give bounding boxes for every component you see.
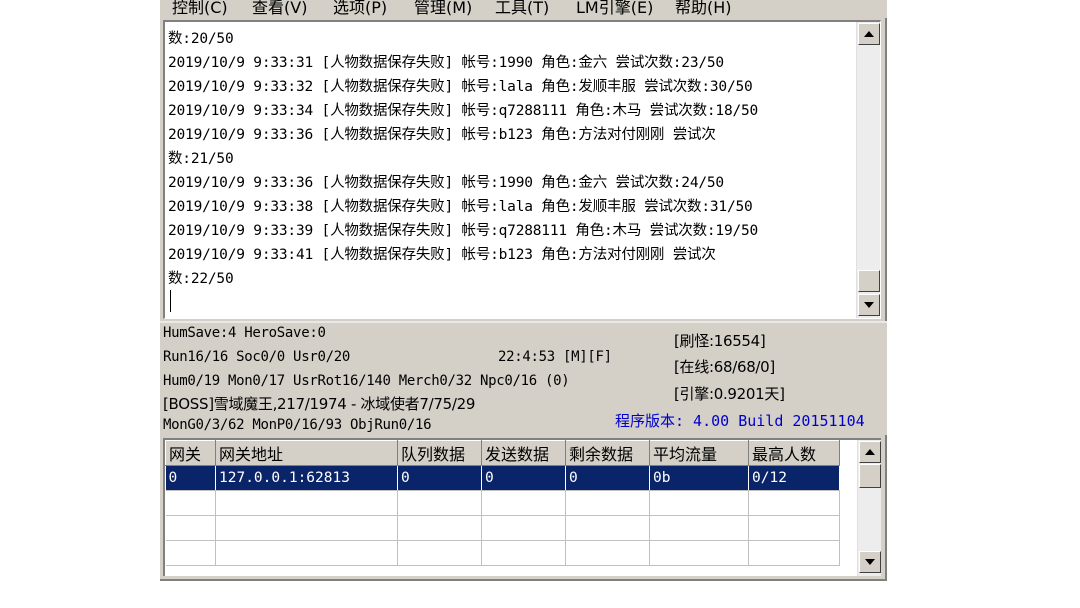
column-header-avg-traffic[interactable]: 平均流量: [649, 440, 749, 466]
table-cell: 0: [565, 465, 650, 491]
log-textarea[interactable]: 数:20/50 2019/10/9 9:33:31 [人物数据保存失败] 帐号:…: [163, 20, 881, 319]
server-window: 控制(C) 查看(V) 选项(P) 管理(M) 工具(T) LM引擎(E) 帮助…: [160, 0, 887, 581]
column-header-gateway[interactable]: 网关: [165, 440, 216, 466]
table-header-row: 网关 网关地址 队列数据 发送数据 剩余数据 平均流量 最高人数: [165, 440, 840, 466]
hum-save-status: HumSave:4 HeroSave:0: [163, 325, 326, 341]
arrow-down-icon: [864, 302, 874, 308]
menu-view[interactable]: 查看(V): [252, 0, 307, 18]
refresh-monster-count: [刷怪:16554]: [674, 332, 766, 350]
online-count: [在线:68/68/0]: [674, 358, 775, 376]
table-cell: 0b: [649, 465, 749, 491]
log-line: 2019/10/9 9:33:34 [人物数据保存失败] 帐号:q7288111…: [168, 103, 759, 119]
column-header-remaining[interactable]: 剩余数据: [565, 440, 650, 466]
gateway-table: 网关 网关地址 队列数据 发送数据 剩余数据 平均流量 最高人数 0 127.0…: [165, 440, 840, 566]
log-line: 2019/10/9 9:33:31 [人物数据保存失败] 帐号:1990 角色:…: [168, 55, 724, 71]
column-header-address[interactable]: 网关地址: [215, 440, 398, 466]
table-row[interactable]: 0 127.0.0.1:62813 0 0 0 0b 0/12: [165, 465, 840, 491]
menu-bar: 控制(C) 查看(V) 选项(P) 管理(M) 工具(T) LM引擎(E) 帮助…: [160, 0, 887, 18]
hum-status: Hum0/19 Mon0/17 UsrRot16/140 Merch0/32 N…: [163, 373, 570, 389]
log-line: 2019/10/9 9:33:38 [人物数据保存失败] 帐号:lala 角色:…: [168, 199, 753, 215]
column-header-max-users[interactable]: 最高人数: [748, 440, 840, 466]
menu-lm-engine[interactable]: LM引擎(E): [576, 0, 653, 18]
engine-uptime: [引擎:0.9201天]: [674, 385, 785, 403]
menu-tools[interactable]: 工具(T): [495, 0, 549, 18]
boss-status: [BOSS]雪域魔王,217/1974 - 冰域使者7/75/29: [163, 395, 476, 413]
arrow-up-icon: [864, 31, 874, 37]
empty-row: [165, 490, 840, 516]
menu-control[interactable]: 控制(C): [172, 0, 228, 18]
time-status: 22:4:53 [M][F]: [498, 349, 612, 365]
program-version: 程序版本: 4.00 Build 20151104: [615, 412, 865, 430]
log-line: 2019/10/9 9:33:39 [人物数据保存失败] 帐号:q7288111…: [168, 223, 759, 239]
grid-scroll-thumb[interactable]: [859, 464, 881, 488]
menu-help[interactable]: 帮助(H): [675, 0, 732, 18]
scroll-down-button[interactable]: [858, 294, 880, 316]
log-line: 2019/10/9 9:33:32 [人物数据保存失败] 帐号:lala 角色:…: [168, 79, 753, 95]
arrow-up-icon: [865, 449, 875, 455]
table-cell: 0: [397, 465, 482, 491]
status-panel: HumSave:4 HeroSave:0 Run16/16 Soc0/0 Usr…: [160, 321, 887, 435]
log-line: 数:22/50: [168, 271, 234, 287]
log-scrollbar[interactable]: [856, 22, 880, 318]
scroll-thumb[interactable]: [858, 270, 880, 292]
column-header-queue[interactable]: 队列数据: [397, 440, 482, 466]
menu-options[interactable]: 选项(P): [333, 0, 387, 18]
log-line: 数:20/50: [168, 31, 234, 47]
table-cell: 0: [165, 465, 216, 491]
log-line: 数:21/50: [168, 151, 234, 167]
grid-scrollbar[interactable]: [857, 440, 881, 576]
text-caret: [170, 290, 171, 312]
gateway-grid[interactable]: 网关 网关地址 队列数据 发送数据 剩余数据 平均流量 最高人数 0 127.0…: [163, 438, 881, 576]
empty-row: [165, 515, 840, 541]
log-line: 2019/10/9 9:33:36 [人物数据保存失败] 帐号:b123 角色:…: [168, 127, 716, 143]
arrow-down-icon: [865, 559, 875, 565]
column-header-sent[interactable]: 发送数据: [481, 440, 566, 466]
log-line: 2019/10/9 9:33:41 [人物数据保存失败] 帐号:b123 角色:…: [168, 247, 716, 263]
table-cell: 127.0.0.1:62813: [215, 465, 398, 491]
log-line: 2019/10/9 9:33:36 [人物数据保存失败] 帐号:1990 角色:…: [168, 175, 724, 191]
empty-row: [165, 540, 840, 566]
log-lines: 数:20/50 2019/10/9 9:33:31 [人物数据保存失败] 帐号:…: [168, 27, 853, 291]
run-status: Run16/16 Soc0/0 Usr0/20: [163, 349, 350, 365]
table-cell: 0/12: [748, 465, 840, 491]
menu-manage[interactable]: 管理(M): [414, 0, 472, 18]
table-cell: 0: [481, 465, 566, 491]
grid-scroll-up-button[interactable]: [859, 441, 881, 463]
grid-scroll-down-button[interactable]: [859, 551, 881, 573]
mongo-status: MonG0/3/62 MonP0/16/93 ObjRun0/16: [163, 417, 432, 433]
scroll-up-button[interactable]: [858, 23, 880, 45]
